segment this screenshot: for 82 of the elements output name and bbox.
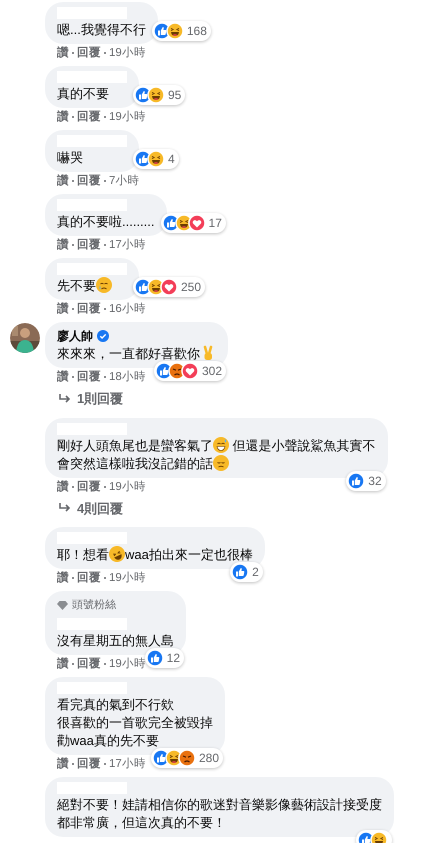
view-replies-link[interactable]: 1則回覆	[77, 389, 124, 408]
reaction-count: 4	[168, 151, 175, 168]
comment-text: 嚇哭	[57, 149, 84, 167]
action-link[interactable]: 讚	[57, 302, 69, 316]
reaction-count: 12	[166, 650, 180, 667]
timestamp[interactable]: 7小時	[109, 174, 140, 188]
laughing-face-icon	[109, 546, 125, 562]
heart-reaction-icon	[188, 214, 206, 232]
author-name[interactable]: 廖人帥	[57, 327, 93, 345]
sad-face-icon	[213, 454, 229, 470]
comment-text: 嗯...我覺得不行	[57, 21, 146, 39]
action-link[interactable]: 回覆	[77, 110, 101, 124]
action-link[interactable]: 回覆	[77, 480, 101, 494]
action-link[interactable]: 回覆	[77, 757, 101, 771]
reply-arrow-icon	[59, 503, 71, 514]
comment-text: 看完真的氣到不行欸 很喜歡的一首歌完全被毀掉 勸waa真的先不要	[57, 696, 213, 750]
comment-text: 來來來，一直都好喜歡你	[57, 345, 216, 363]
timestamp[interactable]: 19小時	[109, 480, 146, 494]
laughing-reaction-icon	[166, 22, 184, 40]
action-link[interactable]: 讚	[57, 370, 69, 384]
laughing-reaction-icon	[147, 86, 165, 104]
crying-face-icon	[96, 277, 112, 293]
comment-text: 真的不要啦.........	[57, 213, 155, 231]
action-link[interactable]: 讚	[57, 657, 69, 671]
heart-reaction-icon	[180, 362, 199, 380]
timestamp[interactable]: 19小時	[109, 657, 146, 671]
comment-text: 剛好人頭魚尾也是蠻客氣了 但還是小聲說鯊魚其實不 會突然這樣啦我沒記錯的話	[57, 436, 376, 472]
action-link[interactable]: 讚	[57, 757, 69, 771]
reaction-summary[interactable]: 4	[133, 149, 179, 169]
laughing-reaction-icon	[147, 150, 165, 168]
timestamp[interactable]: 16小時	[109, 302, 146, 316]
reaction-summary[interactable]: 17	[160, 213, 226, 233]
action-link[interactable]: 讚	[57, 110, 69, 124]
reaction-count: 2	[252, 564, 259, 581]
diamond-icon	[57, 600, 68, 610]
like-reaction-icon	[146, 649, 164, 667]
action-link[interactable]: 回覆	[77, 657, 101, 671]
reply-arrow-icon	[59, 394, 71, 404]
action-link[interactable]: 讚	[57, 571, 69, 585]
action-link[interactable]: 回覆	[77, 238, 101, 252]
action-link[interactable]: 讚	[57, 174, 69, 188]
reaction-count: 250	[181, 279, 202, 296]
action-link[interactable]: 回覆	[77, 302, 101, 316]
grin-sweat-icon	[213, 436, 229, 452]
reaction-summary[interactable]: 168	[152, 21, 211, 41]
reaction-count: 168	[186, 23, 207, 40]
fan-badge-label: 頭號粉絲	[72, 598, 116, 613]
comment-text: 先不要	[57, 277, 127, 295]
comment-text: 絕對不要！娃請相信你的歌迷對音樂影像藝術設計接受度 都非常廣，但這次真的不要！	[57, 796, 382, 832]
reaction-summary[interactable]: 2	[230, 562, 263, 582]
action-link[interactable]: 讚	[57, 480, 69, 494]
reaction-summary[interactable]: 32	[346, 470, 386, 490]
action-link[interactable]: 回覆	[77, 370, 101, 384]
action-link[interactable]: 回覆	[77, 46, 101, 60]
action-link[interactable]: 回覆	[77, 174, 101, 188]
timestamp[interactable]: 19小時	[109, 46, 146, 60]
reaction-summary[interactable]: 12	[144, 648, 184, 668]
timestamp[interactable]: 19小時	[109, 571, 146, 585]
reaction-summary[interactable]: 250	[133, 277, 206, 297]
view-replies-link[interactable]: 4則回覆	[77, 498, 124, 518]
timestamp[interactable]: 17小時	[109, 757, 146, 771]
action-link[interactable]: 回覆	[77, 571, 101, 585]
timestamp[interactable]: 17小時	[109, 238, 146, 252]
comment-text: 真的不要	[57, 85, 110, 103]
action-link[interactable]: 讚	[57, 46, 69, 60]
reaction-count: 302	[202, 363, 222, 380]
reaction-count: 95	[168, 87, 182, 104]
angry-reaction-icon	[178, 749, 196, 767]
like-reaction-icon	[347, 472, 366, 490]
reaction-summary[interactable]: 95	[133, 85, 186, 105]
comment-text: 沒有星期五的無人島	[57, 632, 174, 650]
timestamp[interactable]: 18小時	[109, 370, 146, 384]
reaction-summary[interactable]: 302	[154, 361, 226, 381]
action-link[interactable]: 讚	[57, 238, 69, 252]
reaction-count: 280	[198, 750, 219, 767]
reaction-count: 32	[368, 472, 382, 490]
reaction-summary[interactable]: 280	[150, 748, 223, 768]
timestamp[interactable]: 19小時	[109, 110, 146, 124]
comment-text: 耶！想看 waa拍出來一定也很棒	[57, 546, 253, 564]
reaction-count: 17	[208, 215, 222, 232]
heart-reaction-icon	[160, 278, 178, 296]
like-reaction-icon	[231, 563, 250, 581]
